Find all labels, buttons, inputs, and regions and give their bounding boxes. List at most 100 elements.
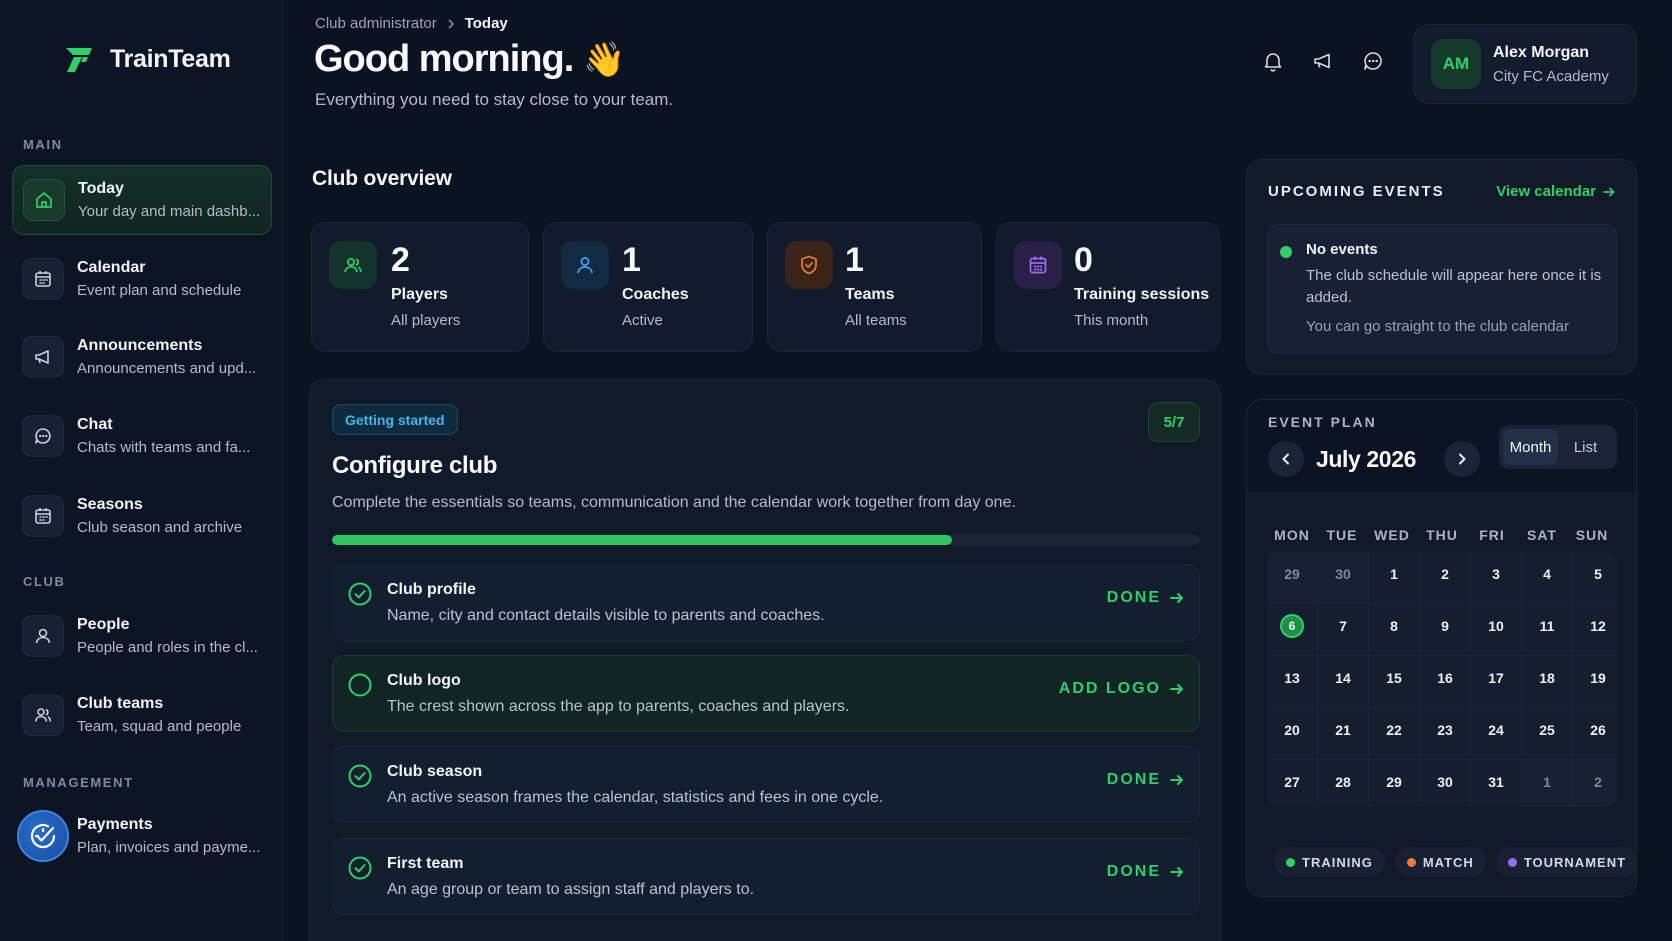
calendar-day[interactable]: 2 xyxy=(1573,760,1617,807)
stat-sublabel: Active xyxy=(622,312,663,329)
calendar-day[interactable]: 1 xyxy=(1522,760,1572,807)
club-overview-title: Club overview xyxy=(312,167,452,190)
task-done-button[interactable]: DONE xyxy=(1107,589,1185,607)
month-view-button[interactable]: Month xyxy=(1503,429,1558,465)
calendar-day[interactable]: 22 xyxy=(1369,708,1419,759)
task-description: Name, city and contact details visible t… xyxy=(387,607,825,624)
stat-card-coaches[interactable]: 1 Coaches Active xyxy=(543,222,753,352)
task-title: Club season xyxy=(387,763,483,780)
brand-logo[interactable]: TrainTeam xyxy=(62,42,231,76)
people-icon xyxy=(22,694,64,736)
user-profile-card[interactable]: AM Alex Morgan City FC Academy xyxy=(1413,24,1637,104)
list-view-button[interactable]: List xyxy=(1558,429,1613,465)
calendar-day[interactable]: 11 xyxy=(1522,604,1572,655)
event-plan-heading: EVENT PLAN xyxy=(1268,414,1377,430)
stat-card-teams[interactable]: 1 Teams All teams xyxy=(767,222,982,352)
payment-check-icon xyxy=(17,810,69,862)
stat-card-players[interactable]: 2 Players All players xyxy=(311,222,529,352)
calendar-day[interactable]: 16 xyxy=(1420,656,1470,707)
sidebar-item-chat[interactable]: Chat Chats with teams and fa... xyxy=(12,401,272,471)
task-title: Club profile xyxy=(387,581,476,598)
shield-icon xyxy=(785,241,833,289)
next-month-button[interactable] xyxy=(1444,441,1480,477)
sidebar-item-seasons[interactable]: Seasons Club season and archive xyxy=(12,481,272,551)
calendar-day[interactable]: 21 xyxy=(1318,708,1368,759)
calendar-day[interactable]: 24 xyxy=(1471,708,1521,759)
stat-card-training-sessions[interactable]: 0 Training sessions This month xyxy=(996,222,1220,352)
bell-icon[interactable] xyxy=(1262,50,1284,72)
breadcrumb-link[interactable]: Club administrator xyxy=(315,15,437,32)
empty-events-state: No events The club schedule will appear … xyxy=(1267,224,1617,354)
sidebar-item-people[interactable]: People People and roles in the cl... xyxy=(12,601,272,671)
sidebar-item-sublabel: Event plan and schedule xyxy=(77,282,242,299)
calendar-day[interactable]: 8 xyxy=(1369,604,1419,655)
megaphone-icon[interactable] xyxy=(1312,50,1334,72)
calendar-day[interactable]: 1 xyxy=(1369,552,1419,603)
calendar-day[interactable]: 4 xyxy=(1522,552,1572,603)
view-calendar-link[interactable]: View calendar xyxy=(1496,183,1616,200)
stat-value: 0 xyxy=(1074,241,1093,279)
calendar-day[interactable]: 7 xyxy=(1318,604,1368,655)
calendar-day[interactable]: 30 xyxy=(1318,552,1368,603)
calendar-day[interactable]: 2 xyxy=(1420,552,1470,603)
calendar-day[interactable]: 25 xyxy=(1522,708,1572,759)
getting-started-chip: Getting started xyxy=(332,404,458,435)
previous-month-button[interactable] xyxy=(1268,441,1304,477)
setup-progress-fill xyxy=(332,535,952,545)
weekday-label: THU xyxy=(1426,527,1458,543)
calendar-day[interactable]: 12 xyxy=(1573,604,1617,655)
legend-label: TOURNAMENT xyxy=(1523,854,1627,870)
legend-label: MATCH xyxy=(1422,854,1474,870)
setup-progress-bar xyxy=(332,535,1200,545)
calendar-day[interactable]: 29 xyxy=(1369,760,1419,807)
calendar-day[interactable]: 28 xyxy=(1318,760,1368,807)
sidebar-item-calendar[interactable]: Calendar Event plan and schedule xyxy=(12,244,272,314)
arrow-right-icon xyxy=(1170,593,1183,603)
sidebar-item-label: Club teams xyxy=(77,695,164,712)
calendar-day[interactable]: 26 xyxy=(1573,708,1617,759)
task-first-team[interactable]: First team An age group or team to assig… xyxy=(332,838,1200,915)
upcoming-events-panel: UPCOMING EVENTS View calendar No events … xyxy=(1246,159,1637,375)
stat-label: Teams xyxy=(845,286,895,303)
task-done-button[interactable]: DONE xyxy=(1107,863,1185,881)
calendar-day[interactable]: 3 xyxy=(1471,552,1521,603)
chevron-left-icon xyxy=(1282,453,1289,465)
sidebar-item-today[interactable]: Today Your day and main dashb... xyxy=(12,165,272,235)
calendar-day[interactable]: 15 xyxy=(1369,656,1419,707)
calendar-day[interactable]: 27 xyxy=(1267,760,1317,807)
legend-dot xyxy=(1507,857,1517,867)
add-logo-button[interactable]: ADD LOGO xyxy=(1059,680,1185,698)
calendar-day[interactable]: 17 xyxy=(1471,656,1521,707)
task-club-season[interactable]: Club season An active season frames the … xyxy=(332,746,1200,823)
page-title: Good morning. 👋 xyxy=(314,38,626,80)
sidebar-item-payments[interactable]: Payments Plan, invoices and payme... xyxy=(12,801,272,871)
calendar-day[interactable]: 10 xyxy=(1471,604,1521,655)
stat-value: 1 xyxy=(845,241,864,279)
sidebar-item-club-teams[interactable]: Club teams Team, squad and people xyxy=(12,680,272,750)
configure-club-description: Complete the essentials so teams, commun… xyxy=(332,494,1016,511)
calendar-day[interactable]: 20 xyxy=(1267,708,1317,759)
sidebar-item-announcements[interactable]: Announcements Announcements and upd... xyxy=(12,322,272,392)
sidebar-item-sublabel: Plan, invoices and payme... xyxy=(77,839,261,856)
calendar-day[interactable]: 18 xyxy=(1522,656,1572,707)
calendar-day[interactable]: 13 xyxy=(1267,656,1317,707)
calendar-day[interactable]: 14 xyxy=(1318,656,1368,707)
task-club-profile[interactable]: Club profile Name, city and contact deta… xyxy=(332,564,1200,641)
chat-icon[interactable] xyxy=(1362,50,1384,72)
view-toggle: Month List xyxy=(1499,425,1617,469)
calendar-day[interactable]: 5 xyxy=(1573,552,1617,603)
task-club-logo[interactable]: Club logo The crest shown across the app… xyxy=(332,655,1200,732)
task-title: Club logo xyxy=(387,672,461,689)
sidebar-item-label: Calendar xyxy=(77,259,146,276)
calendar-day[interactable]: 19 xyxy=(1573,656,1617,707)
calendar-day[interactable]: 30 xyxy=(1420,760,1470,807)
stat-sublabel: All players xyxy=(391,312,461,329)
calendar-day[interactable]: 31 xyxy=(1471,760,1521,807)
calendar-day[interactable]: 29 xyxy=(1267,552,1317,603)
calendar-day[interactable]: 23 xyxy=(1420,708,1470,759)
calendar-day[interactable]: 6 xyxy=(1267,604,1317,655)
task-done-button[interactable]: DONE xyxy=(1107,771,1185,789)
go-to-calendar-link[interactable]: You can go straight to the club calendar xyxy=(1306,318,1569,335)
calendar-day[interactable]: 9 xyxy=(1420,604,1470,655)
breadcrumb-current: Today xyxy=(464,15,508,32)
